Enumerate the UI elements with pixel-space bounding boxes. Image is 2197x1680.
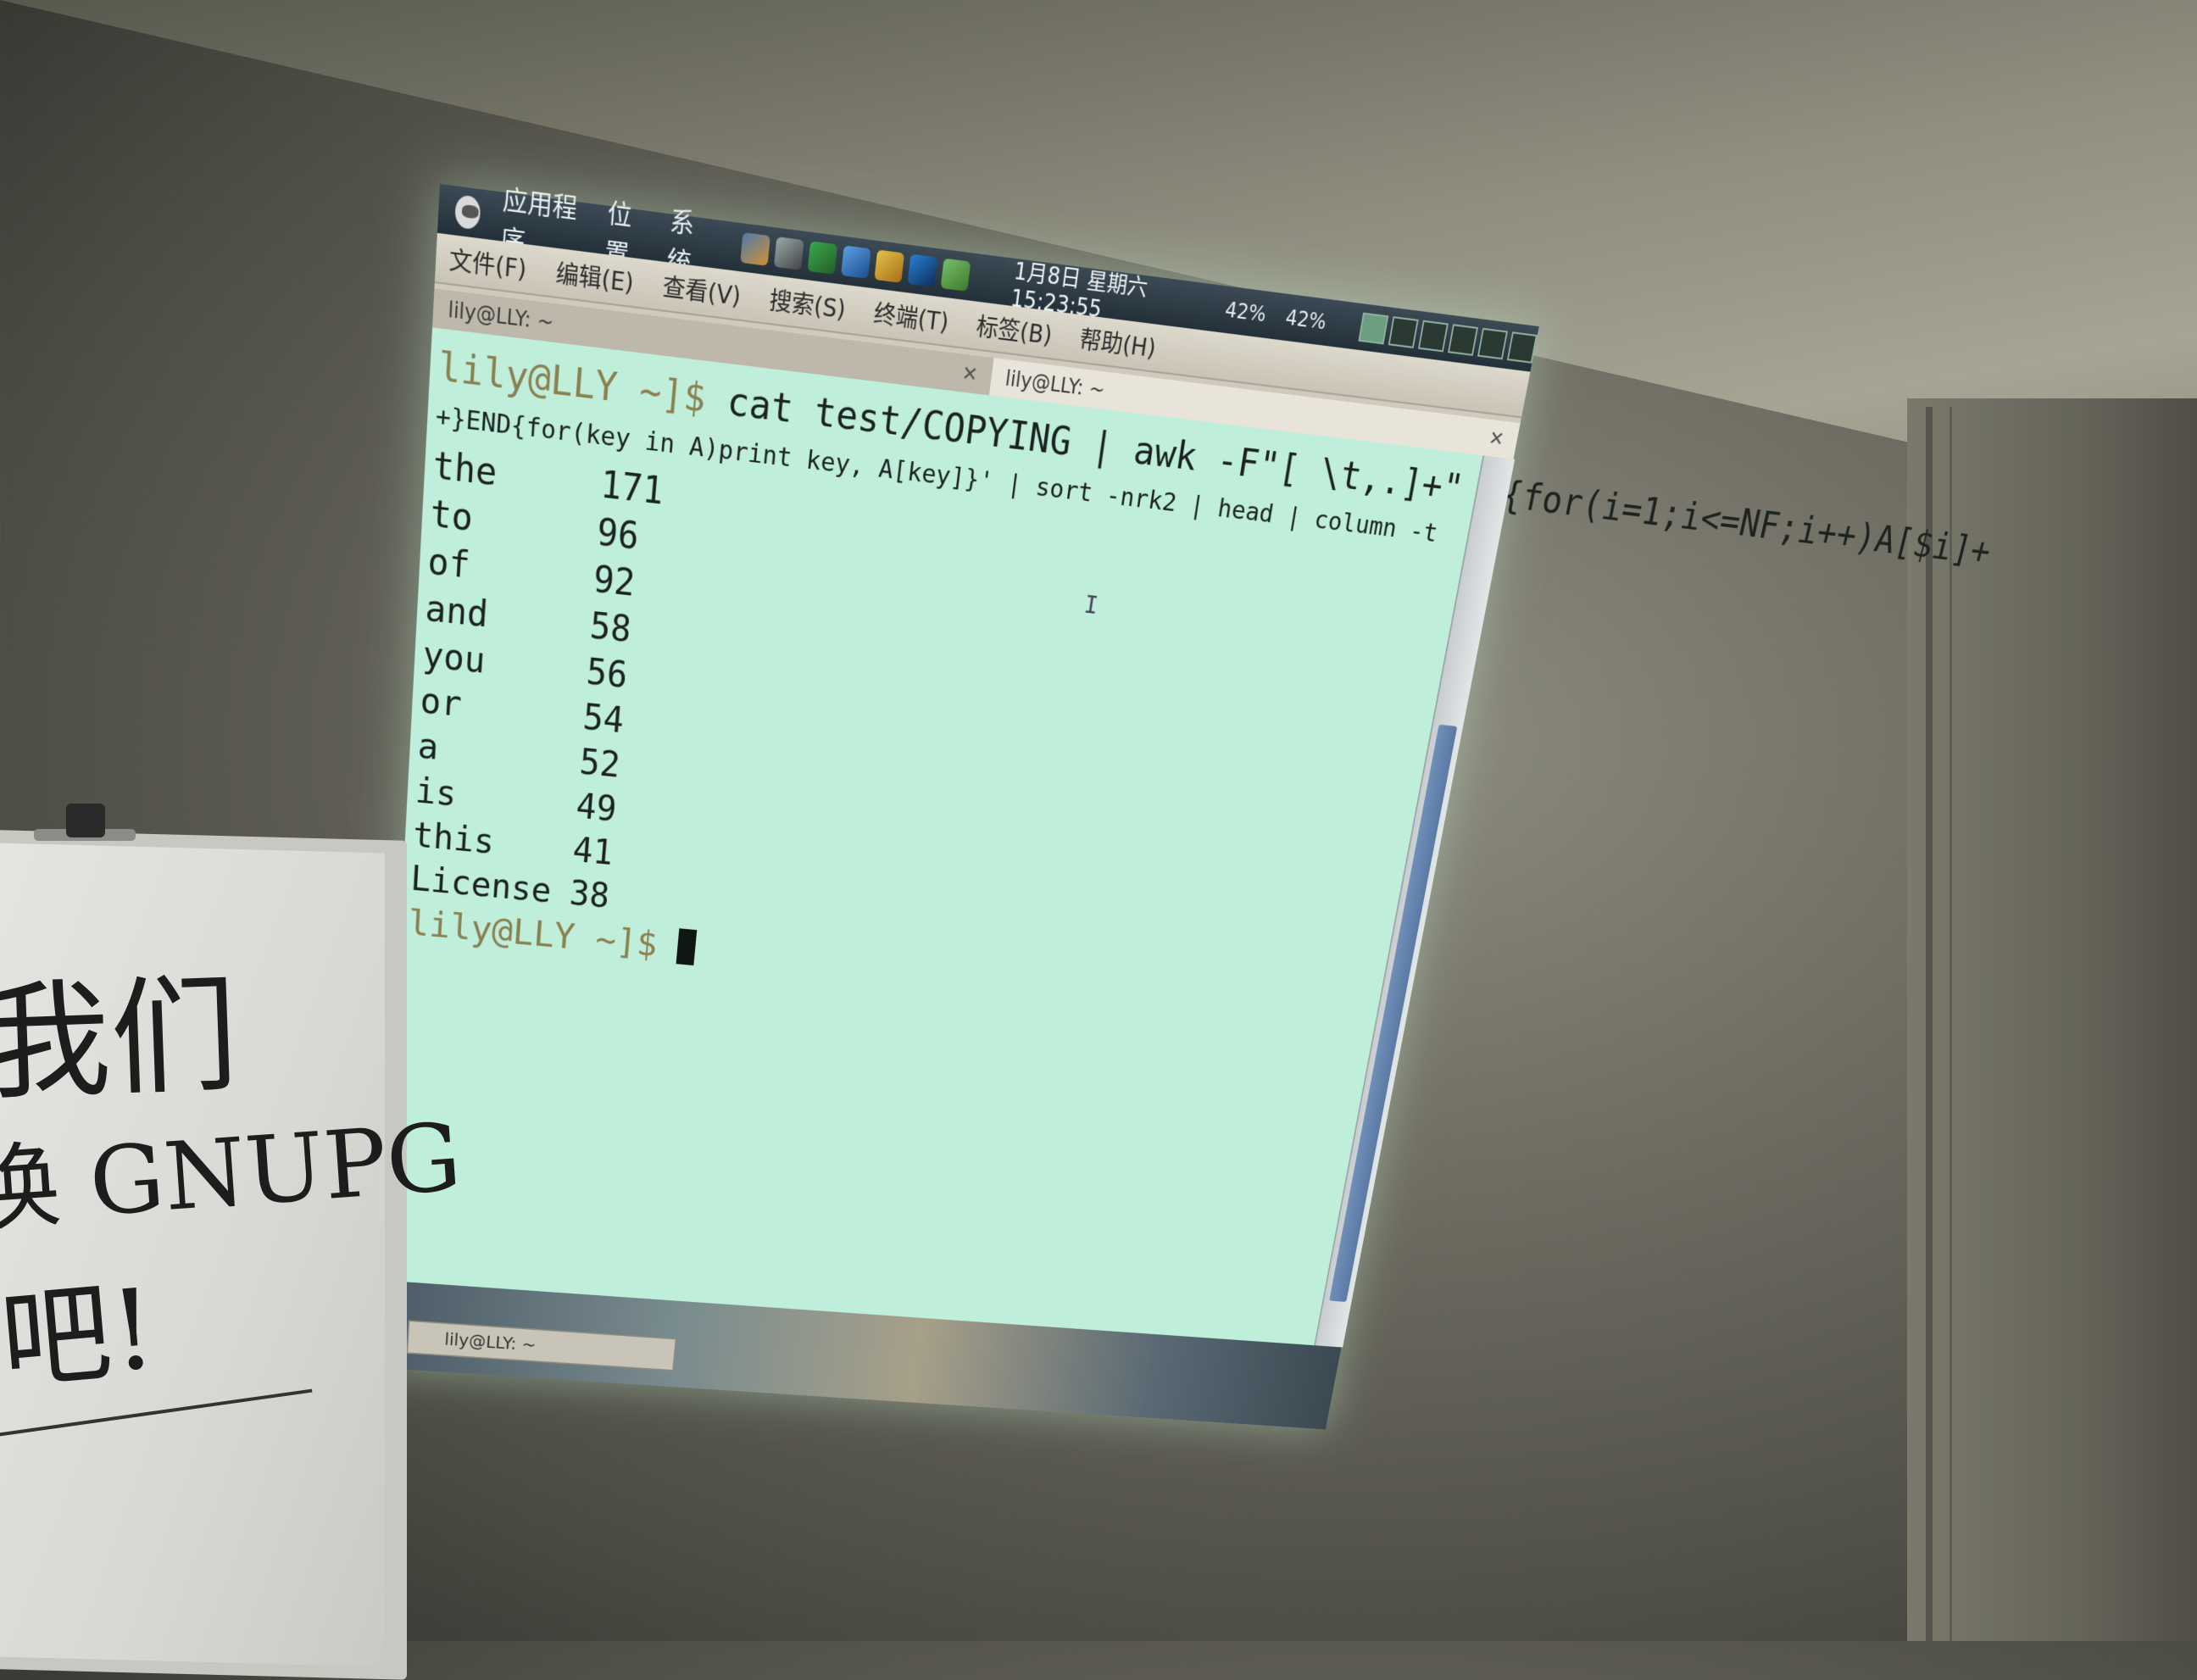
launcher-icon[interactable] [740, 232, 770, 266]
taskbar-window-button[interactable]: lily@LLY: ~ [406, 1320, 676, 1371]
result-count: 52 [578, 740, 622, 788]
menu-help[interactable]: 帮助(H) [1077, 321, 1158, 365]
result-count: 92 [592, 556, 637, 607]
workspace-tile[interactable] [1418, 320, 1449, 353]
workspace-tile[interactable] [1477, 328, 1508, 360]
workspace-tile[interactable] [1507, 331, 1538, 363]
workspace-tile[interactable] [1388, 316, 1419, 348]
menu-tabs[interactable]: 标签(B) [975, 308, 1054, 352]
wall-seam [1949, 407, 1952, 1641]
launcher-icon[interactable] [941, 259, 971, 292]
menu-file[interactable]: 文件(F) [448, 241, 528, 286]
projected-desktop: 应用程序 位置 系统 1月8日 星期六 15:23:55 42% 42% 文件(… [377, 184, 1539, 1429]
whiteboard-clip [66, 804, 105, 837]
browser-launcher-icon[interactable] [841, 245, 871, 278]
result-count: 41 [571, 828, 615, 876]
wall-seam [1926, 407, 1933, 1641]
terminal-output[interactable]: lily@LLY ~]$ cat test/COPYING | awk -F"[… [381, 327, 1482, 1345]
handwriting-line: 我们 [0, 932, 241, 1125]
workspace-tile[interactable] [1448, 324, 1478, 356]
tab-label: lily@LLY: ~ [448, 298, 554, 335]
launcher-icon[interactable] [908, 254, 938, 287]
terminal-launcher-icon[interactable] [774, 236, 804, 270]
menu-edit[interactable]: 编辑(E) [555, 254, 636, 299]
text-cursor [676, 928, 698, 965]
menu-terminal[interactable]: 终端(T) [872, 295, 951, 339]
launcher-icon[interactable] [808, 241, 838, 275]
result-count: 54 [581, 694, 626, 743]
result-count: 171 [599, 461, 665, 516]
close-icon[interactable]: ✕ [960, 361, 979, 387]
menu-search[interactable]: 搜索(S) [768, 281, 848, 325]
launcher-icon[interactable] [874, 250, 904, 283]
result-count: 56 [585, 649, 629, 699]
menu-view[interactable]: 查看(V) [661, 268, 743, 313]
battery-indicator[interactable]: 42% [1224, 298, 1268, 326]
result-count: 49 [575, 784, 618, 832]
battery-indicator[interactable]: 42% [1284, 305, 1328, 334]
result-count: 58 [588, 603, 633, 654]
gnome-foot-icon[interactable] [454, 194, 481, 230]
result-count: 96 [595, 509, 640, 560]
workspace-tile[interactable] [1358, 313, 1388, 345]
tab-label: lily@LLY: ~ [1004, 366, 1106, 402]
close-icon[interactable]: ✕ [1487, 426, 1505, 451]
result-count: 38 [568, 871, 611, 918]
handwriting-line: 吧! [0, 1239, 161, 1411]
